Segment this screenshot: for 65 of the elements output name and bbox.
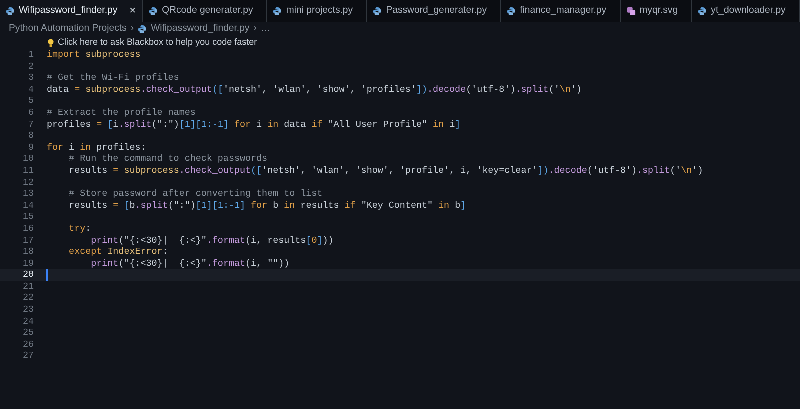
line-number: 15 [22,211,34,223]
code-line: import subprocess [46,49,141,61]
lightbulb-icon [48,38,54,48]
breadcrumb-item[interactable]: … [260,22,271,37]
file-icon [6,6,15,16]
line-number: 20 [22,269,34,281]
breadcrumb-separator: › [254,22,257,36]
editor-tab[interactable]: QRcode generater.py [143,0,268,22]
line-number: 13 [22,188,34,200]
editor-tab[interactable]: Wifipassword_finder.py × [0,0,144,22]
code-line: # Store password after converting them to list [68,188,323,200]
breadcrumb-item[interactable]: Python Automation Projects [9,22,127,37]
breadcrumb-item[interactable]: Wifipassword_finder.py [138,22,250,37]
file-icon [507,6,516,16]
breadcrumb-separator: › [130,22,134,36]
file-icon [626,6,636,16]
code-line: results = subprocess.check_output(['netsh', 'wlan', 'show', 'profile', i, 'key=clear']).decode('utf-8').split('\n') [68,164,704,177]
file-icon [273,6,282,16]
code-line: except IndexError: [68,246,168,258]
line-number: 12 [22,176,34,188]
line-number: 18 [22,246,34,258]
code-line: # Run the command to check passwords [68,153,268,165]
editor-tab[interactable]: mini projects.py [267,0,368,22]
line-number: 5 [27,95,34,107]
line-number: 17 [22,234,34,246]
code-line: data = subprocess.check_output(['netsh', 'wlan', 'show', 'profiles']).decode('utf-8').split('\n') [46,84,582,96]
file-icon [698,6,708,16]
line-number: 14 [22,200,34,212]
line-number: 24 [22,316,34,328]
file-icon [138,24,148,34]
line-number: 19 [22,258,34,270]
line-number: 16 [22,222,34,234]
blackbox-hint-link[interactable]: Click here to ask Blackbox to help you code faster [58,36,258,50]
code-line: # Extract the profile names [46,106,196,119]
line-number: 22 [22,292,34,304]
line-number: 9 [27,142,34,154]
line-number: 23 [22,304,34,316]
file-icon [373,6,382,16]
line-number: 2 [27,60,34,72]
close-icon[interactable]: × [130,6,136,16]
file-icon [149,6,158,16]
text-cursor [46,269,48,281]
line-number: 11 [22,164,34,177]
line-number: 7 [27,118,34,130]
editor-tab[interactable]: yt_downloader.py [692,0,800,22]
code-line: print("{:<30}| {:<}".format(i, "")) [90,258,290,270]
line-number: 27 [22,350,34,362]
code-line: try: [68,222,92,234]
editor-tab[interactable]: myqr.svg [620,0,692,22]
code-line: profiles = [i.split(":")[1][1:-1] for i in data if "All User Profile" in i] [46,118,461,130]
line-number: 25 [22,327,34,339]
code-line: for i in profiles: [46,142,146,154]
line-number: 1 [27,49,34,61]
code-line: # Get the Wi-Fi profiles [46,72,180,84]
line-number: 10 [22,153,34,165]
code-line: results = [b.split(":")[1][1:-1] for b in results if "Key Content" in b] [68,200,466,212]
line-number: 21 [22,280,34,292]
code-line: print("{:<30}| {:<}".format(i, results[0])) [90,234,334,246]
line-number: 6 [27,106,34,119]
line-number: 3 [27,72,34,84]
editor-tab[interactable]: Password_generater.py [367,0,502,22]
line-number: 26 [22,338,34,350]
line-number: 8 [27,130,34,142]
editor-tab[interactable]: finance_manager.py [501,0,621,22]
line-number: 4 [27,84,34,96]
